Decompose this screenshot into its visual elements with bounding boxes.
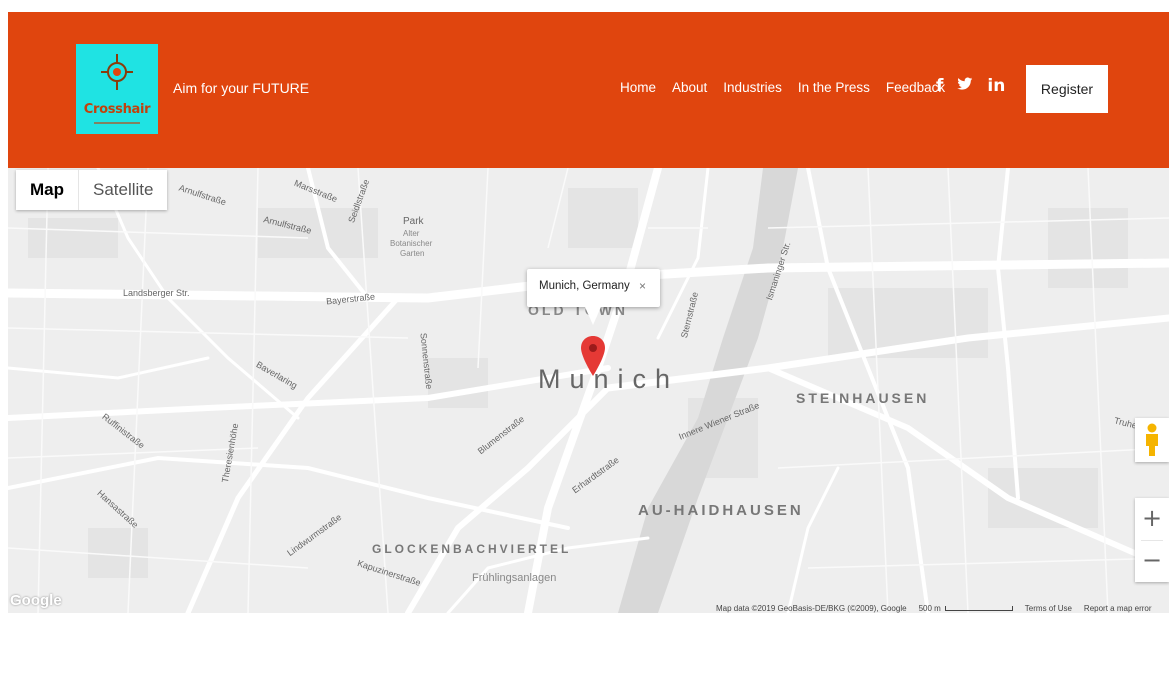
map-footer: Map data ©2019 GeoBasis-DE/BKG (©2009), … [716,604,1152,613]
park-label: Botanischer [390,239,433,248]
map-type-map[interactable]: Map [16,170,78,210]
info-window: Munich, Germany × [527,269,660,325]
google-logo[interactable]: Google [10,592,62,609]
terms-of-use-link[interactable]: Terms of Use [1025,604,1072,613]
logo[interactable]: Crosshair [76,44,158,134]
city-label: Munich [538,364,680,394]
district-label: GLOCKENBACHVIERTEL [372,542,572,556]
info-window-tail [585,307,601,325]
zoom-control: + − [1135,498,1169,582]
map-scale[interactable]: 500 m [919,604,1013,613]
map-attribution: Map data ©2019 GeoBasis-DE/BKG (©2009), … [716,604,907,613]
nav-industries[interactable]: Industries [723,80,782,95]
nav-home[interactable]: Home [620,80,656,95]
street-label: Landsberger Str. [123,288,190,298]
nav-about[interactable]: About [672,80,707,95]
park-label: Park [403,216,424,227]
map-type-control: Map Satellite [16,170,168,210]
site-header: Crosshair Aim for your FUTURE Home About… [8,12,1169,168]
register-button[interactable]: Register [1026,65,1108,113]
logo-underline [94,122,140,124]
map-marker-icon[interactable] [581,336,605,376]
zoom-out-button[interactable]: − [1135,540,1169,582]
tagline: Aim for your FUTURE [173,80,310,96]
pegman-icon [1146,423,1158,456]
park-label: Alter [403,229,420,238]
district-label: STEINHAUSEN [796,390,930,406]
zoom-in-button[interactable]: + [1135,498,1169,540]
zoom-divider [1141,540,1163,541]
page: Crosshair Aim for your FUTURE Home About… [0,0,1169,674]
social-links: f in [936,76,1005,96]
info-window-title: Munich, Germany [539,280,630,292]
park-label: Garten [400,249,425,258]
info-window-close-button[interactable]: × [639,279,646,293]
google-map[interactable]: Map Satellite Arnulfstraße Arnulfstraße … [8,168,1169,613]
nav-in-the-press[interactable]: In the Press [798,80,870,95]
map-scale-label: 500 m [918,604,941,613]
street-view-pegman-button[interactable] [1135,418,1169,462]
report-map-error-link[interactable]: Report a map error [1084,604,1152,613]
map-type-satellite[interactable]: Satellite [78,170,167,210]
linkedin-icon[interactable]: in [987,76,1005,96]
facebook-icon[interactable]: f [936,76,943,96]
crosshair-icon [101,54,133,90]
park-label: Frühlingsanlagen [472,572,557,584]
main-nav: Home About Industries In the Press Feedb… [620,80,945,95]
district-label: AU-HAIDHAUSEN [638,502,804,519]
logo-text: Crosshair [83,102,151,117]
twitter-icon[interactable] [957,76,973,96]
scale-bar [944,606,1013,612]
